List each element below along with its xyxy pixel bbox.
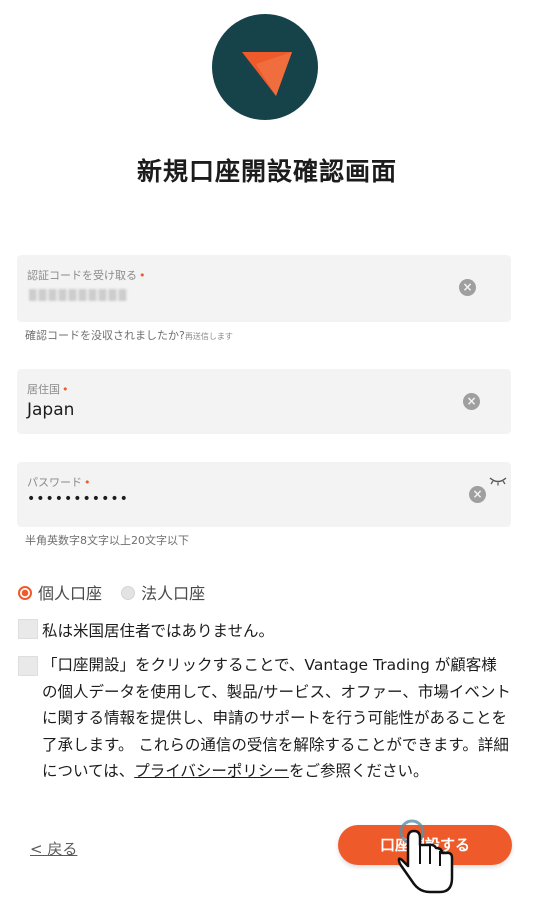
required-mark: •: [62, 383, 69, 396]
privacy-policy-link[interactable]: プライバシーポリシー: [134, 762, 289, 780]
us-resident-checkbox[interactable]: [18, 619, 38, 639]
back-link[interactable]: < 戻る: [30, 838, 77, 859]
resend-link[interactable]: 再送信します: [185, 332, 233, 341]
brand-logo: [212, 14, 318, 120]
consent-text: 「口座開設」をクリックすることで、Vantage Trading が顧客様の個人…: [42, 656, 511, 780]
us-resident-label: 私は米国居住者ではありません。: [42, 622, 275, 640]
required-mark: •: [84, 476, 91, 489]
consent-checkbox[interactable]: [18, 656, 38, 676]
password-hint: 半角英数字8文字以上20文字以下: [25, 534, 189, 547]
password-field[interactable]: パスワード • ••••••••••• ×: [17, 462, 511, 527]
password-value: •••••••••••: [27, 491, 129, 507]
radio-individual[interactable]: [18, 586, 32, 600]
radio-corporate-label[interactable]: 法人口座: [141, 584, 205, 603]
required-mark: •: [139, 269, 146, 282]
radio-individual-label[interactable]: 個人口座: [38, 584, 102, 603]
pointer-hand-icon: [396, 818, 460, 902]
clear-icon[interactable]: ×: [459, 279, 476, 296]
eye-closed-icon[interactable]: [488, 476, 508, 489]
country-field[interactable]: 居住国 • Japan ×: [17, 369, 511, 434]
page-title: 新規口座開設確認画面: [136, 157, 397, 186]
clear-icon[interactable]: ×: [469, 486, 486, 503]
country-value: Japan: [27, 400, 75, 420]
clear-icon[interactable]: ×: [463, 393, 480, 410]
country-label: 居住国: [27, 383, 60, 396]
brand-arrow-icon: [242, 52, 292, 96]
verification-code-label: 認証コードを受け取る: [27, 269, 137, 282]
password-label: パスワード: [27, 476, 82, 489]
radio-corporate[interactable]: [121, 586, 136, 600]
resend-hint[interactable]: 確認コードを没収されましたか?再送信します: [25, 327, 233, 343]
account-type-group: 個人口座 法人口座: [18, 580, 219, 604]
redacted-code-value: [29, 289, 127, 301]
verification-code-field[interactable]: 認証コードを受け取る • ×: [17, 255, 511, 322]
